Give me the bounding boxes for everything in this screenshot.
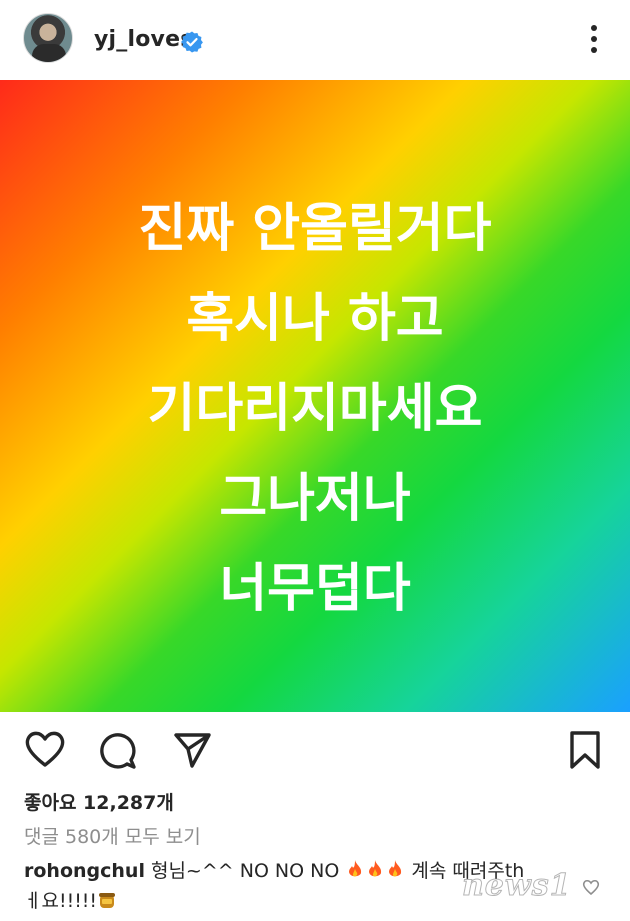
more-options-icon[interactable]	[582, 22, 606, 56]
post-image[interactable]: 진짜 안올릴거다 혹시나 하고 기다리지마세요 그나저나 너무덥다	[0, 80, 630, 712]
comment-text-1: 형님~^^ NO NO NO	[150, 860, 340, 882]
post-header: yj_loves	[0, 0, 630, 80]
honey-pot-emoji-icon	[99, 893, 116, 908]
bookmark-icon[interactable]	[568, 730, 602, 770]
comment-icon[interactable]	[98, 730, 138, 770]
verified-badge-icon	[181, 31, 203, 53]
send-icon[interactable]	[172, 730, 212, 770]
fire-emoji-icon	[369, 860, 382, 877]
post-line-5: 너무덥다	[219, 559, 411, 619]
fire-emoji-icon	[349, 860, 362, 877]
post-line-1: 진짜 안올릴거다	[138, 199, 492, 259]
fire-emoji-icon	[389, 860, 402, 877]
view-all-comments-link[interactable]: 댓글 580개 모두 보기	[24, 822, 201, 849]
action-bar	[0, 712, 630, 788]
likes-count[interactable]: 좋아요 12,287개	[24, 788, 174, 815]
comment-username[interactable]: rohongchul	[24, 860, 145, 882]
post-line-4: 그나저나	[219, 469, 411, 529]
avatar[interactable]	[23, 13, 73, 63]
comment-text-3: ㅔ요!!!!!	[24, 890, 98, 912]
heart-icon[interactable]	[24, 730, 66, 768]
post-caption-text: 진짜 안올릴거다 혹시나 하고 기다리지마세요 그나저나 너무덥다	[0, 184, 630, 634]
comment-like-heart-icon[interactable]	[582, 878, 600, 896]
post-line-3: 기다리지마세요	[147, 379, 483, 439]
news1-watermark: news1	[462, 868, 572, 904]
post-line-2: 혹시나 하고	[186, 289, 444, 349]
username[interactable]: yj_loves	[94, 27, 194, 52]
